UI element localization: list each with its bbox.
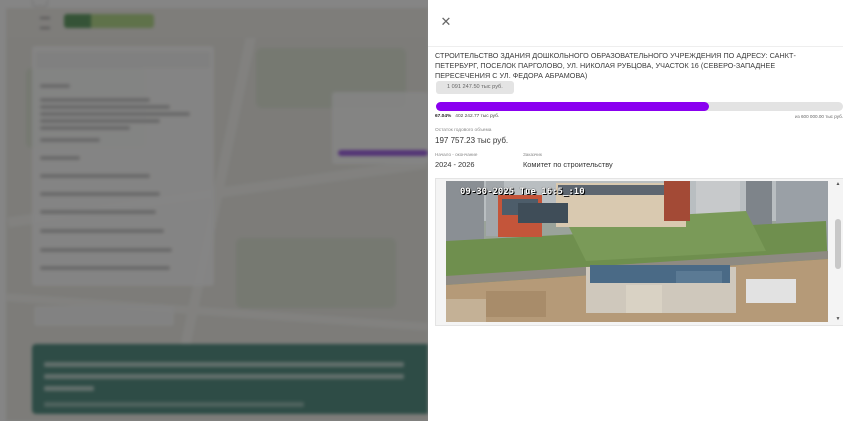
close-icon[interactable]: ✕ <box>438 14 454 30</box>
progress-bar <box>436 102 843 111</box>
period-label: Начало - окончание <box>435 152 478 157</box>
scrollbar-thumb[interactable] <box>835 219 841 269</box>
project-title: Строительство здания дошкольного образов… <box>435 51 796 80</box>
camera-scrollbar[interactable]: ▲ ▼ <box>835 181 841 322</box>
progress-total: из 600 000.00 тыс руб. <box>795 114 843 119</box>
drawer-header: ✕ <box>428 0 843 47</box>
cost-badge: 1 091 247.50 тыс руб. <box>436 81 514 94</box>
remainder-value: 197 757.23 тыс руб. <box>435 136 509 145</box>
customer-value: Комитет по строительству <box>523 160 613 169</box>
camera-timestamp: 09-30-2025 Tue 16:5_:10 <box>460 187 585 197</box>
project-details-drawer: ✕ Строительство здания дошкольного образ… <box>428 0 843 421</box>
modal-overlay[interactable] <box>0 0 428 421</box>
construction-camera-image[interactable]: 09-30-2025 Tue 16:5_:10 <box>446 181 828 322</box>
progress-percent: 67.04% <box>435 114 452 119</box>
remainder-label: Остаток годового объема <box>435 128 492 133</box>
progress-info: 67.04% 402 242.77 тыс руб. <box>435 114 499 119</box>
customer-label: Заказчик <box>523 152 542 157</box>
camera-frame: 09-30-2025 Tue 16:5_:10 ▲ ▼ <box>435 178 843 326</box>
scroll-down-icon[interactable]: ▼ <box>835 316 841 322</box>
period-value: 2024 - 2026 <box>435 160 475 169</box>
scroll-up-icon[interactable]: ▲ <box>835 181 841 187</box>
progress-fill <box>436 102 709 111</box>
progress-amount: 402 242.77 тыс руб. <box>455 114 500 119</box>
